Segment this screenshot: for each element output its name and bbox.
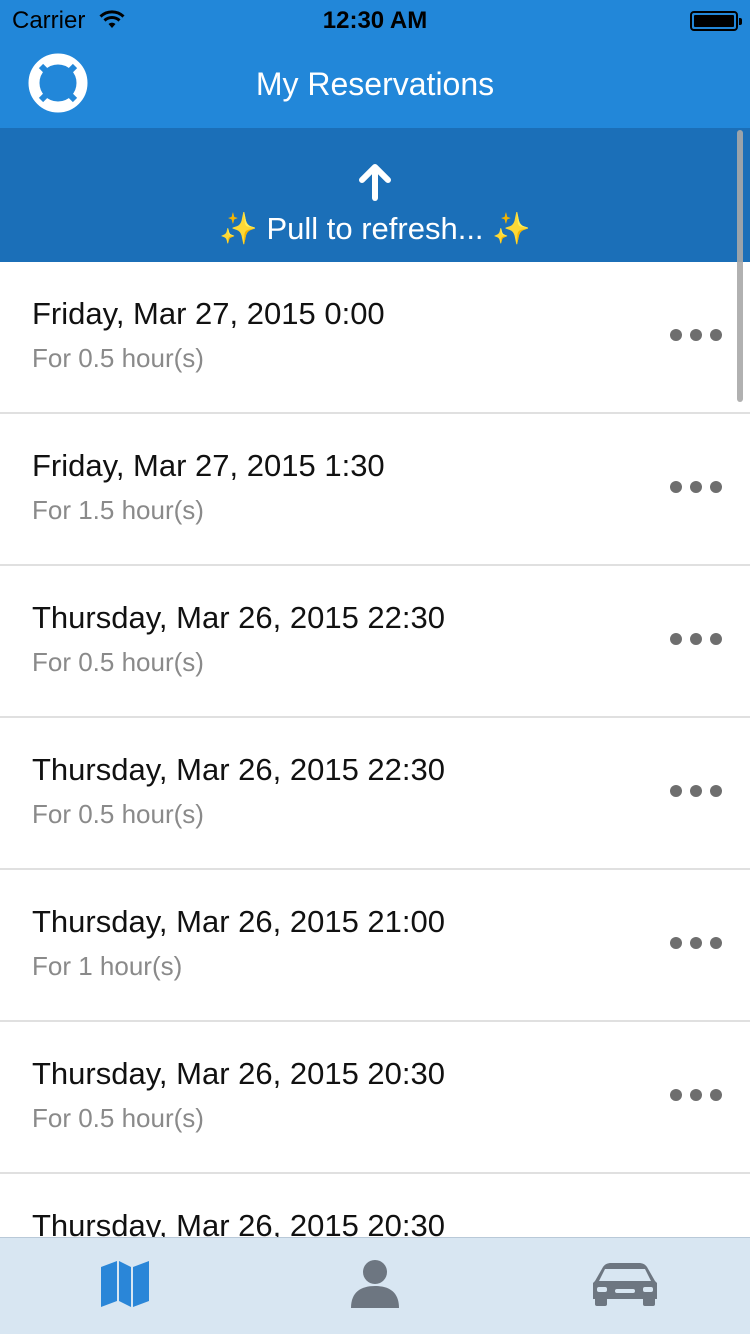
person-icon [349, 1258, 401, 1315]
navigation-bar: My Reservations [0, 40, 750, 128]
more-options-icon[interactable] [670, 624, 722, 654]
reservation-row[interactable]: Thursday, Mar 26, 2015 20:30 [0, 1174, 750, 1237]
battery-icon [690, 11, 742, 31]
reservation-duration: For 1.5 hour(s) [32, 495, 204, 525]
clock-time: 12:30 AM [322, 7, 428, 34]
more-options-icon[interactable] [670, 320, 722, 350]
car-icon [591, 1261, 659, 1312]
reservation-datetime: Friday, Mar 27, 2015 1:30 [32, 448, 385, 483]
reservation-duration: For 1 hour(s) [32, 951, 183, 981]
reservation-duration: For 0.5 hour(s) [32, 343, 204, 373]
reservation-datetime: Thursday, Mar 26, 2015 20:30 [32, 1208, 446, 1237]
more-options-icon[interactable] [670, 928, 722, 958]
sparkles-icon: ✨ [219, 211, 258, 246]
reservation-row[interactable]: Thursday, Mar 26, 2015 21:00 For 1 hour(… [0, 870, 750, 1022]
scrollbar[interactable] [737, 130, 743, 402]
reservation-row[interactable]: Friday, Mar 27, 2015 1:30 For 1.5 hour(s… [0, 414, 750, 566]
reservation-datetime: Thursday, Mar 26, 2015 21:00 [32, 904, 446, 939]
reservation-row[interactable]: Friday, Mar 27, 2015 0:00 For 0.5 hour(s… [0, 262, 750, 414]
tab-bar [0, 1237, 750, 1334]
more-options-icon[interactable] [670, 472, 722, 502]
status-bar: Carrier 12:30 AM [0, 0, 750, 40]
page-title: My Reservations [255, 66, 495, 102]
map-icon [100, 1259, 150, 1314]
tab-map[interactable] [0, 1238, 250, 1334]
tab-car[interactable] [500, 1238, 750, 1334]
reservation-row[interactable]: Thursday, Mar 26, 2015 20:30 For 0.5 hou… [0, 1022, 750, 1174]
refresh-text: Pull to refresh... [266, 211, 484, 246]
reservations-list[interactable]: Friday, Mar 27, 2015 0:00 For 0.5 hour(s… [0, 262, 750, 1237]
reservation-datetime: Friday, Mar 27, 2015 0:00 [32, 296, 385, 331]
reservation-datetime: Thursday, Mar 26, 2015 22:30 [32, 752, 446, 787]
reservation-row[interactable]: Thursday, Mar 26, 2015 22:30 For 0.5 hou… [0, 718, 750, 870]
tab-profile[interactable] [250, 1238, 500, 1334]
reservation-row[interactable]: Thursday, Mar 26, 2015 22:30 For 0.5 hou… [0, 566, 750, 718]
reservation-duration: For 0.5 hour(s) [32, 799, 204, 829]
pull-to-refresh-banner: ✨ Pull to refresh... ✨ [0, 128, 750, 262]
arrow-up-icon [355, 162, 395, 207]
more-options-icon[interactable] [670, 1080, 722, 1110]
reservation-datetime: Thursday, Mar 26, 2015 22:30 [32, 600, 446, 635]
reservation-duration: For 0.5 hour(s) [32, 647, 204, 677]
sparkles-icon: ✨ [492, 211, 531, 246]
reservation-duration: For 0.5 hour(s) [32, 1103, 204, 1133]
refresh-label: ✨ Pull to refresh... ✨ [0, 210, 750, 247]
reservation-datetime: Thursday, Mar 26, 2015 20:30 [32, 1056, 446, 1091]
more-options-icon[interactable] [670, 776, 722, 806]
